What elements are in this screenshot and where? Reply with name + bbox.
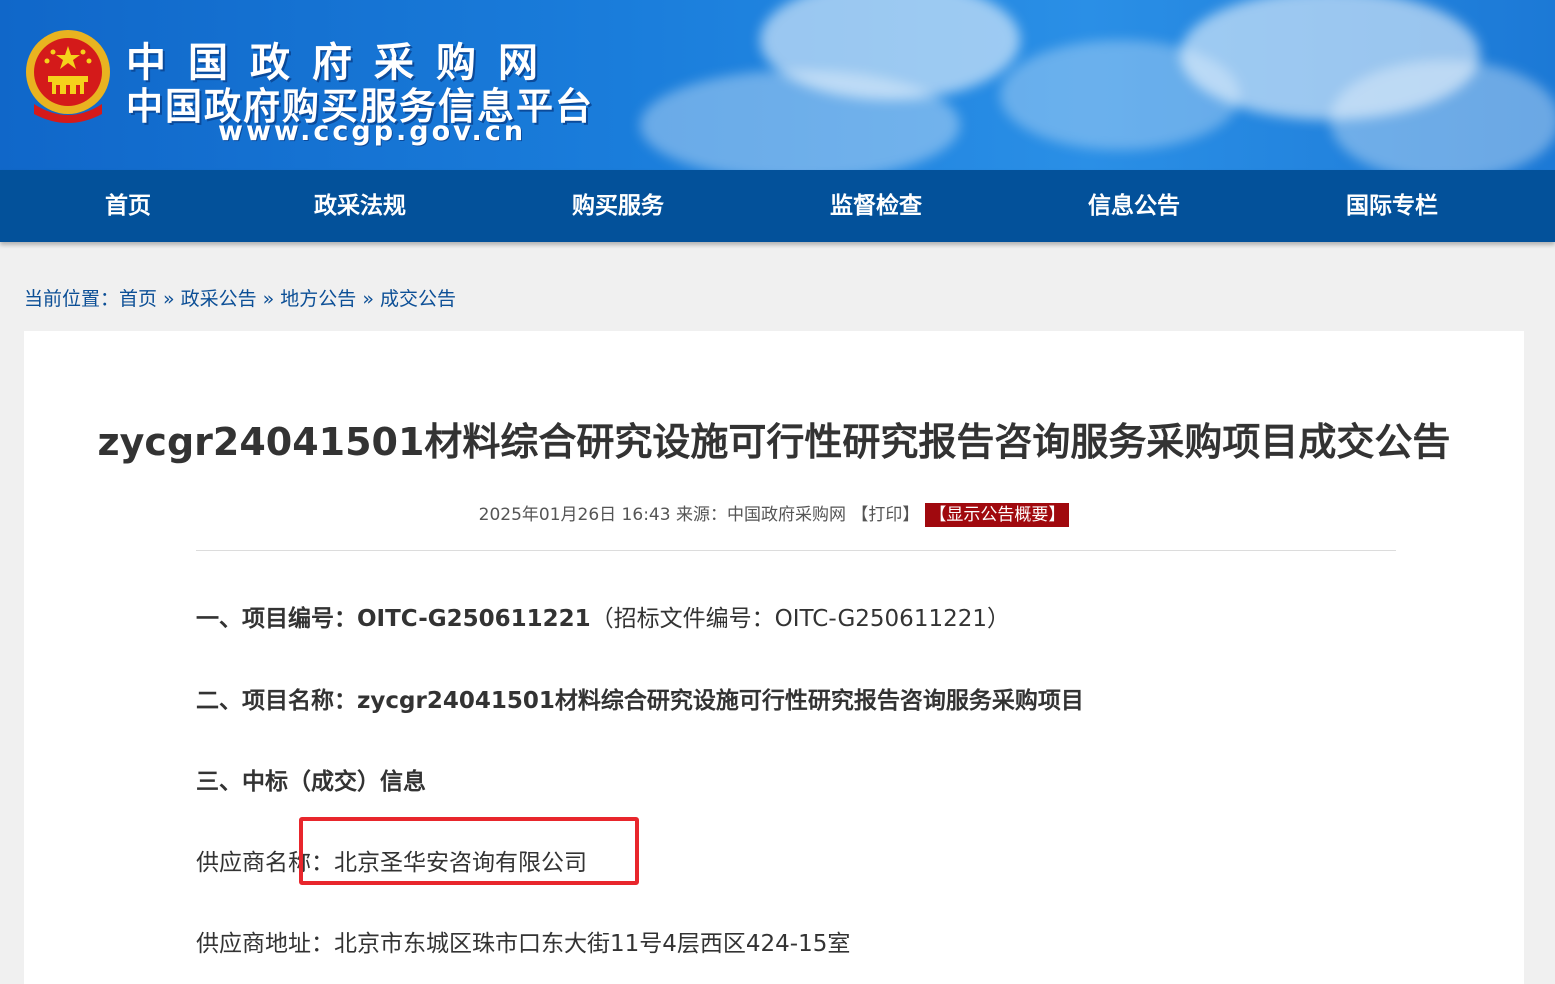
- breadcrumb-local-announcements[interactable]: 地方公告: [280, 288, 356, 310]
- nav-item-purchase-services[interactable]: 购买服务: [572, 170, 664, 242]
- nav-item-home[interactable]: 首页: [105, 170, 151, 242]
- publish-datetime: 2025年01月26日 16:43: [478, 505, 671, 525]
- supplier-address-value: 北京市东城区珠市口东大街11号4层西区424-15室: [334, 931, 851, 957]
- project-number-label: 一、项目编号：: [196, 606, 357, 632]
- national-emblem-icon: [26, 30, 110, 123]
- project-name-line: 二、项目名称：zycgr24041501材料综合研究设施可行性研究报告咨询服务采…: [196, 681, 1084, 715]
- award-info-title: 三、中标（成交）信息: [196, 769, 426, 795]
- site-banner: 中国政府采购网 中国政府购买服务信息平台 www.ccgp.gov.cn: [0, 0, 1555, 170]
- supplier-address-label: 供应商地址：: [196, 931, 334, 957]
- breadcrumb: 当前位置：首页» 政采公告» 地方公告» 成交公告: [24, 284, 456, 311]
- supplier-address-line: 供应商地址：北京市东城区珠市口东大街11号4层西区424-15室: [196, 924, 850, 958]
- show-summary-button[interactable]: 【显示公告概要】: [925, 503, 1070, 527]
- print-link[interactable]: 【打印】: [851, 505, 919, 525]
- article-card: zycgr24041501材料综合研究设施可行性研究报告咨询服务采购项目成交公告…: [24, 331, 1524, 984]
- breadcrumb-prefix: 当前位置：: [24, 288, 120, 310]
- project-number-value: OITC-G250611221: [357, 606, 591, 632]
- project-name-label: 二、项目名称：: [196, 688, 357, 714]
- site-url: www.ccgp.gov.cn: [218, 116, 527, 147]
- source-name: 中国政府采购网: [726, 505, 846, 525]
- project-name-value: zycgr24041501材料综合研究设施可行性研究报告咨询服务采购项目: [357, 688, 1084, 714]
- main-nav: 首页 政采法规 购买服务 监督检查 信息公告 国际专栏: [0, 170, 1555, 242]
- breadcrumb-home[interactable]: 首页: [119, 288, 157, 310]
- article-title: zycgr24041501材料综合研究设施可行性研究报告咨询服务采购项目成交公告: [97, 420, 1451, 464]
- breadcrumb-separator: »: [362, 288, 374, 310]
- nav-item-regulations[interactable]: 政采法规: [314, 170, 406, 242]
- project-number-line: 一、项目编号：OITC-G250611221（招标文件编号：OITC-G2506…: [196, 599, 1010, 633]
- award-info-heading: 三、中标（成交）信息: [196, 762, 426, 796]
- breadcrumb-separator: »: [262, 288, 275, 310]
- nav-item-international[interactable]: 国际专栏: [1346, 170, 1438, 242]
- nav-item-announcements[interactable]: 信息公告: [1088, 170, 1180, 242]
- breadcrumb-procurement-announcements[interactable]: 政采公告: [181, 288, 257, 310]
- article-meta: 2025年01月26日 16:43 来源：中国政府采购网 【打印】 【显示公告概要…: [24, 500, 1524, 527]
- source-label: 来源：: [675, 505, 727, 525]
- breadcrumb-deal-announcements[interactable]: 成交公告: [380, 288, 456, 310]
- meta-divider: [196, 550, 1396, 551]
- breadcrumb-separator: »: [163, 288, 175, 310]
- supplier-highlight-box: [299, 817, 639, 885]
- nav-item-supervision[interactable]: 监督检查: [830, 170, 922, 242]
- tender-doc-number: （招标文件编号：OITC-G250611221）: [590, 606, 1010, 632]
